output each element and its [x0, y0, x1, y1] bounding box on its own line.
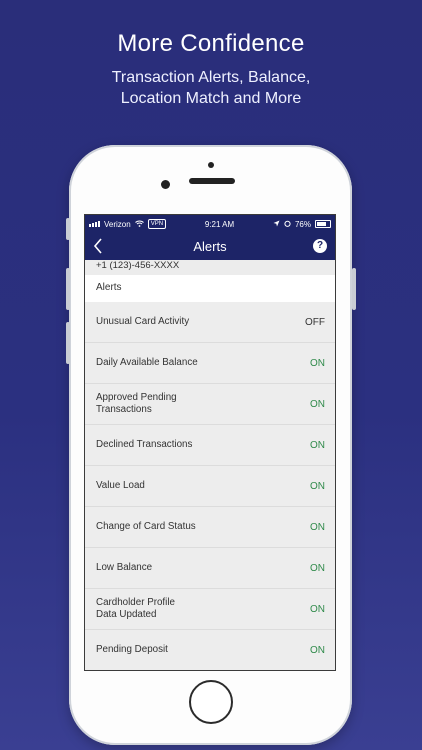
- alert-status[interactable]: ON: [310, 645, 325, 656]
- mute-switch: [66, 218, 70, 240]
- alert-status[interactable]: ON: [310, 604, 325, 615]
- earpiece-speaker: [189, 178, 235, 184]
- alert-label: Change of Card Status: [96, 521, 196, 532]
- battery-icon: [315, 220, 331, 228]
- alert-label: Declined Transactions: [96, 439, 193, 450]
- alert-label: Daily Available Balance: [96, 357, 198, 368]
- alert-row-approved-pending-transactions[interactable]: Approved Pending Transactions ON: [85, 384, 335, 425]
- wifi-icon: [134, 220, 144, 229]
- alert-row-cardholder-profile-data-updated[interactable]: Cardholder Profile Data Updated ON: [85, 589, 335, 630]
- home-button[interactable]: [189, 680, 233, 724]
- phone-screen: Verizon VPN 9:21 AM 76% Alerts ? +1 (123…: [84, 214, 336, 671]
- promo-subtitle: Transaction Alerts, Balance, Location Ma…: [0, 67, 422, 109]
- alert-status[interactable]: ON: [310, 440, 325, 451]
- alert-label: Approved Pending Transactions: [96, 392, 177, 415]
- help-icon[interactable]: ?: [313, 239, 327, 253]
- volume-up-button: [66, 268, 70, 310]
- volume-down-button: [66, 322, 70, 364]
- carrier-label: Verizon: [104, 219, 131, 229]
- status-bar: Verizon VPN 9:21 AM 76%: [85, 215, 335, 233]
- alert-label: Value Load: [96, 480, 145, 491]
- back-chevron-icon[interactable]: [93, 238, 103, 257]
- promo-title: More Confidence: [117, 30, 305, 57]
- alert-status[interactable]: ON: [310, 563, 325, 574]
- location-arrow-icon: [273, 220, 280, 229]
- alert-row-unusual-card-activity[interactable]: Unusual Card Activity OFF: [85, 302, 335, 343]
- front-camera: [161, 180, 170, 189]
- alert-status[interactable]: ON: [310, 481, 325, 492]
- page-title: Alerts: [193, 239, 227, 254]
- vpn-badge: VPN: [147, 219, 167, 229]
- alert-row-change-of-card-status[interactable]: Change of Card Status ON: [85, 507, 335, 548]
- promo-subtitle-line-2: Location Match and More: [120, 90, 302, 107]
- alert-row-declined-transactions[interactable]: Declined Transactions ON: [85, 425, 335, 466]
- alert-row-low-balance[interactable]: Low Balance ON: [85, 548, 335, 589]
- alert-label: Cardholder Profile Data Updated: [96, 597, 175, 620]
- alerts-section-header: Alerts: [85, 275, 335, 302]
- alert-label: Low Balance: [96, 562, 153, 573]
- alert-row-pending-deposit[interactable]: Pending Deposit ON: [85, 630, 335, 670]
- promo-headline: More Confidence Transaction Alerts, Bala…: [0, 30, 422, 109]
- alert-status[interactable]: ON: [310, 522, 325, 533]
- alert-row-value-load[interactable]: Value Load ON: [85, 466, 335, 507]
- alert-status[interactable]: ON: [310, 399, 325, 410]
- alert-row-daily-available-balance[interactable]: Daily Available Balance ON: [85, 343, 335, 384]
- power-button: [352, 268, 356, 310]
- alert-label: Unusual Card Activity: [96, 316, 190, 327]
- nav-bar: Alerts ?: [85, 233, 335, 260]
- status-time: 9:21 AM: [204, 219, 235, 229]
- phone-number: +1 (123)-456-XXXX: [85, 260, 335, 275]
- battery-percent: 76%: [294, 219, 311, 229]
- status-right: 76%: [273, 220, 331, 229]
- alert-status[interactable]: ON: [310, 358, 325, 369]
- alarm-icon: [284, 220, 291, 229]
- promo-subtitle-line-1: Transaction Alerts, Balance,: [111, 69, 311, 86]
- alert-label: Pending Deposit: [96, 644, 168, 655]
- status-left: Verizon VPN: [89, 219, 167, 229]
- proximity-sensor: [208, 162, 214, 168]
- signal-icon: [89, 221, 100, 227]
- alert-status[interactable]: OFF: [305, 317, 325, 328]
